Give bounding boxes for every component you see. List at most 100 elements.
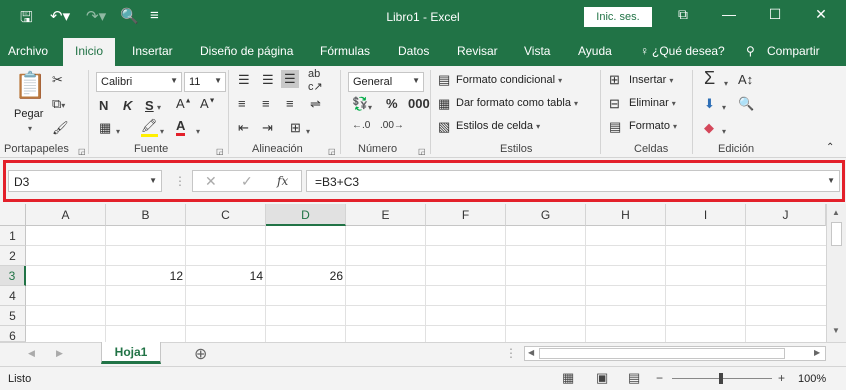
share-button[interactable]: Compartir	[767, 44, 820, 58]
insert-cells-button[interactable]: Insertar ▾	[629, 74, 673, 86]
comma-style-icon[interactable]: 000	[408, 96, 430, 111]
cut-icon[interactable]: ✂	[52, 72, 63, 88]
vertical-scroll-thumb[interactable]	[831, 222, 842, 246]
prev-sheet-arrow[interactable]: ◀	[28, 348, 35, 359]
signin-button[interactable]: Inic. ses.	[584, 7, 652, 27]
clear-icon[interactable]: ◆	[704, 120, 714, 136]
row-header-6[interactable]: 6	[0, 326, 26, 343]
decrease-indent-icon[interactable]: ⇤	[238, 120, 249, 136]
borders-dropdown-arrow[interactable]: ▾	[116, 122, 120, 137]
increase-decimal-icon[interactable]: ←.0	[352, 120, 370, 131]
row-header-1[interactable]: 1	[0, 226, 26, 246]
page-layout-view-icon[interactable]: ▣	[596, 370, 608, 386]
row-header-4[interactable]: 4	[0, 286, 26, 306]
scroll-up-arrow[interactable]: ▲	[832, 208, 840, 217]
cell-c3[interactable]: 14	[186, 269, 263, 283]
column-header-f[interactable]: F	[426, 204, 506, 226]
fill-icon[interactable]: ⬇	[704, 96, 715, 112]
sheet-tab-hoja1[interactable]: Hoja1	[101, 342, 161, 364]
borders-icon[interactable]: ▦	[99, 120, 111, 136]
paste-dropdown-arrow[interactable]: ▾	[28, 122, 32, 134]
format-as-table-button[interactable]: Dar formato como tabla ▾	[456, 97, 578, 109]
tab-formulas[interactable]: Fórmulas	[320, 44, 370, 58]
zoom-out-button[interactable]: −	[656, 371, 663, 385]
row-header-2[interactable]: 2	[0, 246, 26, 266]
paste-button[interactable]: Pegar	[14, 108, 43, 120]
horizontal-scrollbar[interactable]: ◀ ▶	[524, 346, 826, 361]
align-middle-icon[interactable]: ☰	[262, 72, 274, 88]
row-header-5[interactable]: 5	[0, 306, 26, 326]
accounting-format-icon[interactable]: 💱	[352, 96, 368, 112]
column-header-i[interactable]: I	[666, 204, 746, 226]
cell-styles-button[interactable]: Estilos de celda ▾	[456, 120, 540, 132]
merge-center-dropdown-arrow[interactable]: ▾	[306, 122, 310, 137]
increase-font-icon[interactable]: A▲	[176, 96, 192, 111]
tab-revisar[interactable]: Revisar	[457, 44, 498, 58]
column-header-a[interactable]: A	[26, 204, 106, 226]
copy-icon[interactable]: ⧉▾	[52, 96, 65, 112]
scroll-right-arrow[interactable]: ▶	[814, 348, 820, 357]
find-select-icon[interactable]: 🔍	[738, 96, 754, 112]
column-header-g[interactable]: G	[506, 204, 586, 226]
row-header-3[interactable]: 3	[0, 266, 26, 286]
column-header-e[interactable]: E	[346, 204, 426, 226]
page-break-view-icon[interactable]: ▤	[628, 370, 640, 386]
merge-center-icon[interactable]: ⊞	[290, 120, 301, 136]
zoom-level[interactable]: 100%	[798, 373, 826, 385]
align-center-icon[interactable]: ≡	[262, 96, 270, 111]
select-all-corner[interactable]	[0, 204, 26, 226]
column-header-d[interactable]: D	[266, 204, 346, 226]
percent-icon[interactable]: %	[386, 96, 398, 111]
scroll-left-arrow[interactable]: ◀	[528, 348, 534, 357]
autosum-icon[interactable]: Σ	[704, 68, 715, 89]
format-cells-button[interactable]: Formato ▾	[629, 120, 677, 132]
cell-b3[interactable]: 12	[106, 269, 183, 283]
tab-inicio[interactable]: Inicio	[63, 38, 116, 66]
paste-icon[interactable]: 📋	[14, 70, 46, 101]
scroll-down-arrow[interactable]: ▼	[832, 326, 840, 335]
underline-button[interactable]: S	[145, 98, 154, 113]
cell-d3[interactable]: 26	[266, 269, 343, 283]
tab-ayuda[interactable]: Ayuda	[578, 44, 612, 58]
sort-filter-icon[interactable]: A↕	[738, 72, 753, 87]
font-launcher-icon[interactable]: ◲	[216, 145, 224, 157]
delete-cells-button[interactable]: Eliminar ▾	[629, 97, 676, 109]
tab-diseno-pagina[interactable]: Diseño de página	[200, 44, 293, 58]
conditional-format-button[interactable]: Formato condicional ▾	[456, 74, 562, 86]
column-header-c[interactable]: C	[186, 204, 266, 226]
zoom-in-button[interactable]: +	[778, 371, 785, 385]
ribbon-display-icon[interactable]: ⧉	[668, 6, 698, 23]
autosum-dropdown-arrow[interactable]: ▾	[724, 74, 728, 89]
number-launcher-icon[interactable]: ◲	[418, 145, 426, 157]
bold-button[interactable]: N	[99, 98, 108, 113]
column-header-b[interactable]: B	[106, 204, 186, 226]
worksheet-grid[interactable]: A B C D E F G H I J 1 2 3 4 5 6 12 14 26…	[0, 204, 846, 343]
vertical-scrollbar[interactable]: ▲ ▼	[826, 204, 846, 342]
tab-insertar[interactable]: Insertar	[132, 44, 173, 58]
maximize-button[interactable]: ☐	[760, 6, 790, 23]
next-sheet-arrow[interactable]: ▶	[56, 348, 63, 359]
fill-color-dropdown-arrow[interactable]: ▾	[160, 122, 164, 137]
minimize-button[interactable]: —	[714, 6, 744, 22]
font-color-icon[interactable]: A	[176, 118, 186, 136]
new-sheet-button[interactable]: ⊕	[194, 344, 207, 364]
tell-me-input[interactable]: ¿Qué desea?	[652, 44, 725, 58]
alignment-launcher-icon[interactable]: ◲	[328, 145, 336, 157]
decrease-font-icon[interactable]: A▼	[200, 96, 216, 111]
fill-dropdown-arrow[interactable]: ▾	[722, 98, 726, 113]
close-button[interactable]: ✕	[806, 6, 836, 23]
align-top-icon[interactable]: ☰	[238, 72, 250, 88]
fill-color-icon[interactable]: 🖍	[141, 118, 158, 137]
tab-splitter-icon[interactable]: ⋮	[505, 346, 517, 360]
normal-view-icon[interactable]: ▦	[562, 370, 574, 386]
align-bottom-icon[interactable]: ☰	[281, 70, 299, 88]
clipboard-launcher-icon[interactable]: ◲	[78, 145, 86, 157]
column-header-j[interactable]: J	[746, 204, 826, 226]
clear-dropdown-arrow[interactable]: ▾	[722, 122, 726, 137]
wrap-text-icon[interactable]: ⇌	[310, 96, 321, 112]
number-format-combo[interactable]: General ▼	[348, 72, 424, 92]
font-size-combo[interactable]: 11 ▼	[184, 72, 226, 92]
tab-archivo[interactable]: Archivo	[8, 44, 48, 58]
column-header-h[interactable]: H	[586, 204, 666, 226]
collapse-ribbon-icon[interactable]: ⌃	[826, 142, 834, 153]
